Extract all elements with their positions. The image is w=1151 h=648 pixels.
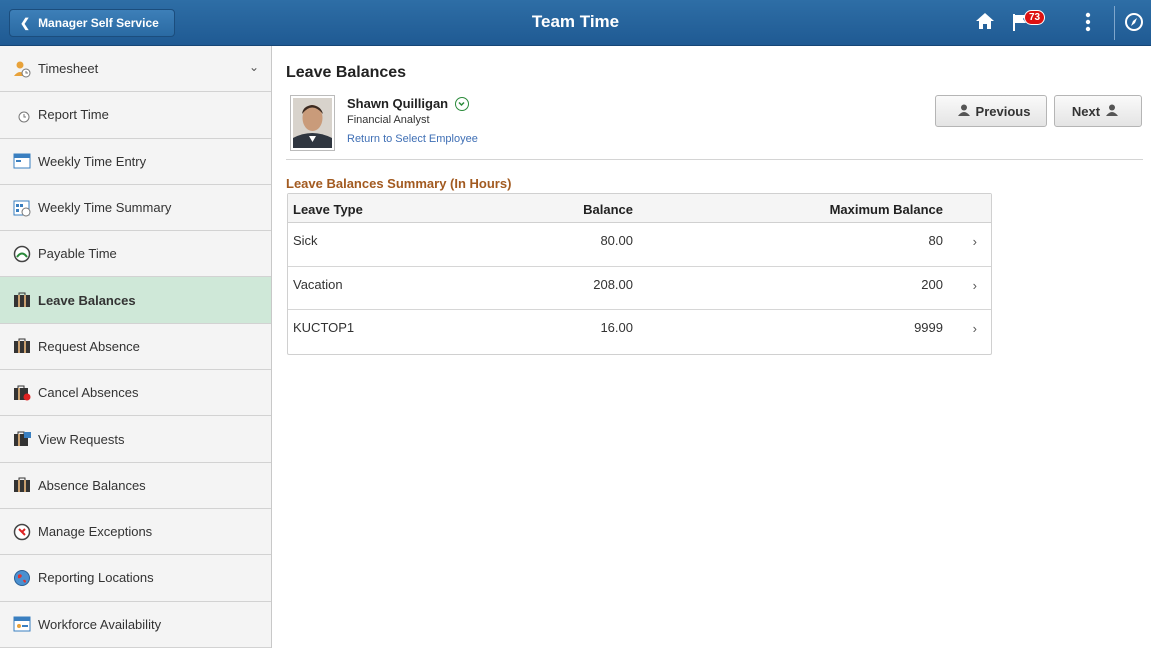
next-button[interactable]: Next [1054,95,1142,127]
top-banner: ❮ Manager Self Service Team Time 73 [0,0,1151,46]
next-button-label: Next [1071,103,1101,119]
employee-details-toggle-icon[interactable] [455,97,469,111]
main-content: Leave Balances Shawn Quilligan Financial… [272,46,1151,648]
column-header-leave-type: Leave Type [293,202,363,217]
maximum-balance-cell: 80 [928,233,943,248]
maximum-balance-cell: 200 [921,276,943,292]
back-button[interactable]: ❮ Manager Self Service [9,9,175,37]
table-row[interactable]: Vacation 208.00 200 › [288,267,991,310]
sidebar: Timesheet ⌄ Report Time Weekly Time Entr… [0,46,272,648]
leave-type-cell: Sick [293,233,318,248]
sidebar-item-cancel-absences[interactable]: Cancel Absences [0,370,271,417]
employee-photo [290,95,335,151]
table-row[interactable]: KUCTOP1 16.00 9999 › [288,310,991,354]
balance-cell: 208.00 [593,276,633,292]
balance-cell: 80.00 [600,233,633,248]
page-title: Leave Balances [286,64,407,81]
summary-title: Leave Balances Summary (In Hours) [286,176,512,191]
chevron-right-icon[interactable]: › [973,278,977,293]
workforce-icon [12,615,32,633]
weekly-entry-icon [12,152,32,170]
sidebar-item-view-requests[interactable]: View Requests [0,416,271,463]
header-separator [1114,6,1115,40]
briefcase-icon [12,337,32,355]
previous-button-label: Previous [975,103,1031,119]
sidebar-item-workforce-availability[interactable]: Workforce Availability [0,602,271,648]
return-to-select-employee-link[interactable]: Return to Select Employee [347,133,478,145]
previous-button[interactable]: Previous [935,95,1047,127]
sidebar-item-label: Weekly Time Summary [38,200,172,216]
back-button-label: Manager Self Service [38,16,159,30]
chevron-down-icon[interactable]: ⌄ [249,60,259,74]
briefcase-cancel-icon [12,384,32,402]
sidebar-item-weekly-time-summary[interactable]: Weekly Time Summary [0,185,271,232]
person-icon [957,104,970,119]
sidebar-item-weekly-time-entry[interactable]: Weekly Time Entry [0,139,271,185]
table-header: Leave Type Balance Maximum Balance [288,194,991,223]
sidebar-item-reporting-locations[interactable]: Reporting Locations [0,555,271,602]
person-icon [1106,104,1119,119]
sidebar-item-label: Reporting Locations [38,570,154,586]
chevron-left-icon: ❮ [20,16,31,30]
sidebar-item-label: Report Time [38,107,109,123]
briefcase-icon [12,291,32,309]
chevron-right-icon[interactable]: › [973,234,977,249]
sidebar-item-label: Weekly Time Entry [38,153,147,169]
column-header-balance: Balance [583,202,633,217]
column-header-maximum-balance: Maximum Balance [829,202,943,217]
sidebar-item-request-absence[interactable]: Request Absence [0,324,271,371]
chevron-right-icon[interactable]: › [973,321,977,336]
balance-cell: 16.00 [600,320,633,335]
sidebar-item-label: Absence Balances [38,477,146,493]
payable-time-icon [12,245,32,263]
sidebar-item-label: Timesheet [38,61,99,77]
sidebar-item-manage-exceptions[interactable]: Manage Exceptions [0,509,271,556]
timesheet-icon [12,60,32,78]
notification-badge[interactable]: 73 [1024,10,1046,25]
sidebar-item-label: Payable Time [38,246,117,262]
sidebar-item-label: View Requests [38,431,125,447]
globe-icon [12,569,32,587]
kebab-menu-icon[interactable] [1085,12,1091,37]
sidebar-item-absence-balances[interactable]: Absence Balances [0,463,271,509]
leave-type-cell: Vacation [293,276,343,292]
weekly-summary-icon [12,199,32,217]
sidebar-item-label: Workforce Availability [38,616,162,632]
sidebar-item-label: Request Absence [38,338,140,354]
sidebar-item-label: Cancel Absences [38,385,139,401]
report-time-icon [12,106,32,124]
maximum-balance-cell: 9999 [914,320,943,335]
briefcase-view-icon [12,430,32,448]
sidebar-item-label: Leave Balances [38,292,136,308]
home-icon[interactable] [975,11,995,36]
employee-job-title: Financial Analyst [347,114,430,126]
sidebar-item-payable-time[interactable]: Payable Time [0,231,271,278]
leave-balances-table: Leave Type Balance Maximum Balance Sick … [287,193,992,355]
leave-type-cell: KUCTOP1 [293,320,355,335]
employee-name: Shawn Quilligan [347,96,449,111]
exceptions-icon [12,523,32,541]
divider [286,159,1143,160]
sidebar-item-timesheet[interactable]: Timesheet ⌄ [0,46,271,93]
sidebar-item-report-time[interactable]: Report Time [0,92,271,139]
briefcase-icon [12,476,32,494]
table-row[interactable]: Sick 80.00 80 › [288,223,991,267]
sidebar-item-leave-balances[interactable]: Leave Balances [0,277,271,324]
sidebar-item-label: Manage Exceptions [38,524,153,540]
navbar-compass-icon[interactable] [1124,12,1144,37]
